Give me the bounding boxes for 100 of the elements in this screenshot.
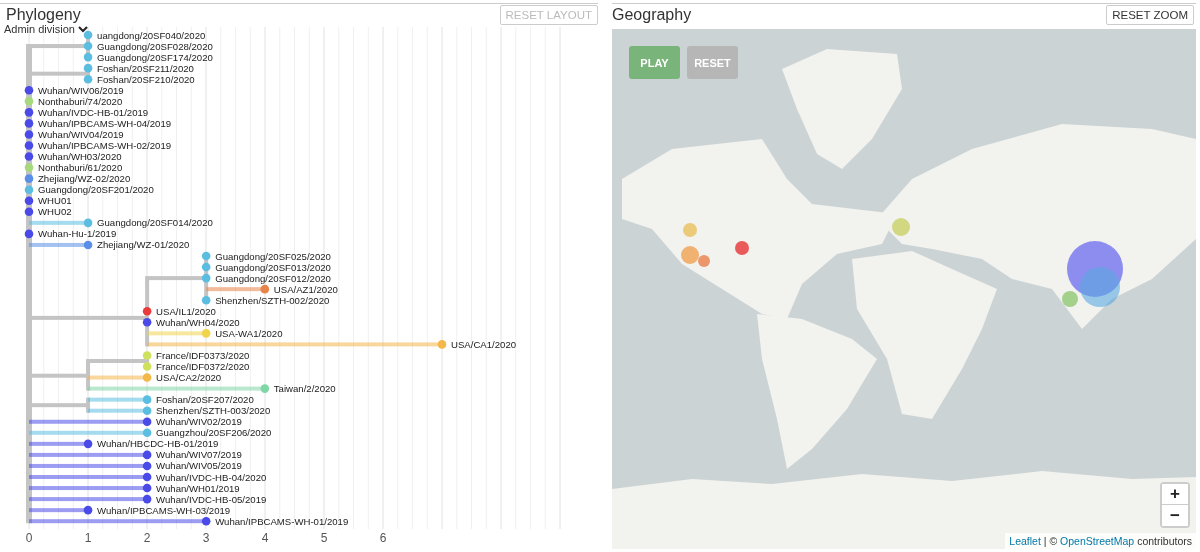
tip-label: Wuhan/IPBCAMS-WH-03/2019 [97, 504, 231, 516]
tip-label: USA/IL1/2020 [156, 305, 216, 317]
tip-label: Shenzhen/SZTH-003/2020 [156, 405, 271, 417]
tip-label: Guangzhou/20SF206/2020 [156, 427, 272, 439]
tip-label: USA/AZ1/2020 [273, 283, 338, 295]
axis-tick-label: 2 [143, 531, 151, 545]
tip-label: WHU02 [38, 206, 72, 218]
tip-label: France/IDF0372/2020 [156, 361, 250, 372]
tip-label: uangdong/20SF040/2020 [97, 29, 206, 41]
tip-label: Zhejiang/WZ-02/2020 [38, 173, 131, 185]
tip-marker[interactable] [201, 262, 211, 272]
axis-tick-label: 4 [261, 531, 269, 545]
tip-marker[interactable] [83, 240, 93, 250]
tip-label: Guangdong/20SF013/2020 [215, 261, 331, 273]
tip-marker[interactable] [83, 218, 93, 228]
tip-label: Foshan/20SF211/2020 [97, 62, 194, 74]
tip-label: Nonthaburi/74/2020 [38, 95, 123, 107]
tip-label: Guangdong/20SF025/2020 [215, 250, 331, 262]
tip-marker[interactable] [260, 384, 270, 393]
tip-marker[interactable] [83, 63, 93, 73]
tip-marker[interactable] [24, 85, 34, 95]
tip-marker[interactable] [142, 306, 152, 316]
tip-marker[interactable] [142, 428, 152, 438]
tip-marker[interactable] [24, 207, 34, 217]
tip-label: Wuhan/HBCDC-HB-01/2019 [97, 438, 219, 450]
tip-marker[interactable] [142, 483, 152, 493]
tip-label: Wuhan/IVDC-HB-04/2020 [156, 471, 267, 483]
axis-tick-label: 3 [202, 531, 210, 545]
tip-marker[interactable] [142, 494, 152, 504]
tip-marker[interactable] [142, 450, 152, 460]
tip-label: Guangdong/20SF201/2020 [38, 184, 154, 196]
tip-label: Wuhan/WIV06/2019 [38, 84, 124, 96]
tip-marker[interactable] [24, 108, 34, 117]
axis-tick-label: 1 [84, 531, 92, 545]
tip-label: Guangdong/20SF174/2020 [97, 51, 213, 63]
tip-marker[interactable] [201, 295, 211, 305]
attribution-link[interactable]: Leaflet [1009, 535, 1041, 547]
tip-marker[interactable] [83, 52, 93, 62]
tip-label: Wuhan/WIV02/2019 [156, 416, 242, 428]
tip-marker[interactable] [24, 185, 34, 194]
tip-label: Wuhan/IPBCAMS-WH-04/2019 [38, 117, 172, 129]
tip-label: USA-WA1/2020 [215, 327, 283, 339]
tip-marker[interactable] [142, 373, 152, 382]
tip-marker[interactable] [24, 174, 34, 183]
tip-marker[interactable] [142, 417, 152, 427]
map-attribution: Leaflet | © OpenStreetMap contributors [1005, 533, 1196, 549]
tip-marker[interactable] [437, 340, 447, 349]
tip-marker[interactable] [260, 284, 270, 294]
tip-label: Nonthaburi/61/2020 [38, 162, 123, 174]
panel-title: Geography [612, 5, 692, 24]
tip-marker[interactable] [142, 362, 152, 371]
axis-tick-label: 5 [320, 531, 328, 545]
tip-label: Wuhan/WIV07/2019 [156, 449, 242, 461]
tip-marker[interactable] [201, 329, 211, 338]
tip-label: WHU01 [38, 195, 72, 207]
tip-label: Wuhan/WIV04/2019 [38, 128, 124, 140]
tip-label: Foshan/20SF207/2020 [156, 394, 254, 406]
tip-label: Guangdong/20SF012/2020 [215, 272, 331, 284]
tip-marker[interactable] [83, 439, 93, 449]
tip-label: Foshan/20SF210/2020 [97, 73, 195, 85]
tip-marker[interactable] [24, 130, 34, 139]
panel-title: Phylogeny [5, 5, 81, 24]
tip-marker[interactable] [142, 318, 152, 327]
zoom-in-button[interactable]: + [1162, 484, 1188, 505]
tip-marker[interactable] [142, 406, 152, 415]
tip-label: Guangdong/20SF028/2020 [97, 40, 213, 52]
tip-marker[interactable] [24, 97, 34, 106]
tip-marker[interactable] [201, 273, 211, 283]
tip-marker[interactable] [142, 472, 152, 482]
tip-label: Wuhan/IPBCAMS-WH-02/2019 [38, 140, 172, 151]
tip-marker[interactable] [83, 30, 93, 40]
tip-marker[interactable] [24, 152, 34, 161]
tip-label: USA/CA2/2020 [156, 372, 222, 384]
tip-marker[interactable] [24, 229, 34, 239]
tip-label: Guangdong/20SF014/2020 [97, 217, 213, 229]
color-by-dropdown[interactable]: Admin division [4, 23, 88, 35]
axis-tick-label: 6 [379, 531, 387, 545]
tip-marker[interactable] [142, 395, 152, 404]
tip-marker[interactable] [83, 505, 93, 515]
tip-label: Zhejiang/WZ-01/2020 [97, 239, 190, 251]
tip-label: Shenzhen/SZTH-002/2020 [215, 294, 330, 306]
tip-marker[interactable] [24, 196, 34, 206]
tip-marker[interactable] [142, 351, 152, 360]
tip-marker[interactable] [83, 74, 93, 84]
tip-marker[interactable] [142, 461, 152, 471]
attribution-link[interactable]: OpenStreetMap [1060, 535, 1135, 547]
tip-label: Wuhan/WH01/2019 [156, 482, 240, 494]
tip-marker[interactable] [24, 119, 34, 128]
reset-zoom-button[interactable]: RESET ZOOM [1106, 4, 1194, 25]
tip-label: Wuhan/WH03/2020 [38, 151, 122, 163]
tip-label: Wuhan/IPBCAMS-WH-01/2019 [215, 515, 349, 527]
axis-tick-label: 0 [25, 531, 33, 545]
tip-marker[interactable] [83, 41, 93, 51]
tip-marker[interactable] [201, 251, 211, 261]
tip-marker[interactable] [24, 141, 34, 150]
tip-label: Wuhan/IVDC-HB-05/2019 [156, 493, 267, 505]
chevron-down-icon [77, 25, 88, 33]
tip-marker[interactable] [201, 516, 211, 526]
tip-marker[interactable] [24, 163, 34, 172]
tip-label: Wuhan/WIV05/2019 [156, 460, 242, 472]
